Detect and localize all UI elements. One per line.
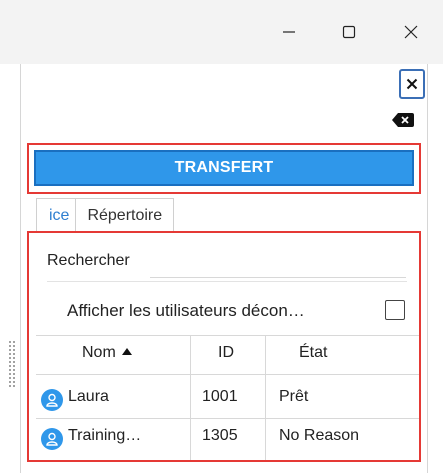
column-header-name-label: Nom bbox=[82, 344, 116, 361]
maximize-icon bbox=[342, 25, 356, 39]
user-state: No Reason bbox=[279, 427, 360, 444]
search-input[interactable] bbox=[150, 250, 406, 278]
row-divider bbox=[36, 418, 419, 419]
transfer-button[interactable]: TRANSFERT bbox=[34, 150, 414, 186]
user-id: 1001 bbox=[202, 388, 238, 405]
user-icon bbox=[41, 389, 63, 411]
user-id: 1305 bbox=[202, 427, 238, 444]
close-icon bbox=[406, 78, 418, 90]
search-label: Rechercher bbox=[47, 252, 130, 269]
close-icon bbox=[404, 25, 418, 39]
user-name: Laura bbox=[68, 388, 109, 405]
tab-repertoire[interactable]: Répertoire bbox=[75, 198, 175, 232]
show-offline-label: Afficher les utilisateurs décon… bbox=[67, 301, 305, 320]
column-header-name[interactable]: Nom bbox=[82, 344, 133, 362]
backspace-icon bbox=[392, 113, 414, 127]
window-close-button[interactable] bbox=[388, 14, 434, 50]
column-header-state[interactable]: État bbox=[299, 344, 327, 362]
divider bbox=[36, 374, 419, 375]
tab-ice[interactable]: ice bbox=[36, 198, 77, 232]
panel-close-button[interactable] bbox=[399, 69, 425, 99]
show-offline-checkbox[interactable] bbox=[385, 300, 405, 320]
resize-grip[interactable] bbox=[8, 340, 16, 388]
user-name: Training… bbox=[68, 427, 142, 444]
column-divider bbox=[190, 335, 191, 460]
minimize-icon bbox=[283, 31, 295, 33]
window-titlebar bbox=[0, 0, 443, 64]
divider bbox=[36, 335, 419, 336]
user-state: Prêt bbox=[279, 388, 309, 405]
maximize-button[interactable] bbox=[326, 14, 372, 50]
column-divider bbox=[265, 335, 266, 460]
search-underline bbox=[47, 281, 407, 282]
user-icon bbox=[41, 428, 63, 450]
minimize-button[interactable] bbox=[266, 14, 312, 50]
column-header-id[interactable]: ID bbox=[218, 344, 234, 362]
clear-backspace-button[interactable] bbox=[392, 113, 414, 132]
tab-bar: ice Répertoire bbox=[36, 198, 175, 232]
sort-ascending-icon bbox=[122, 348, 133, 355]
